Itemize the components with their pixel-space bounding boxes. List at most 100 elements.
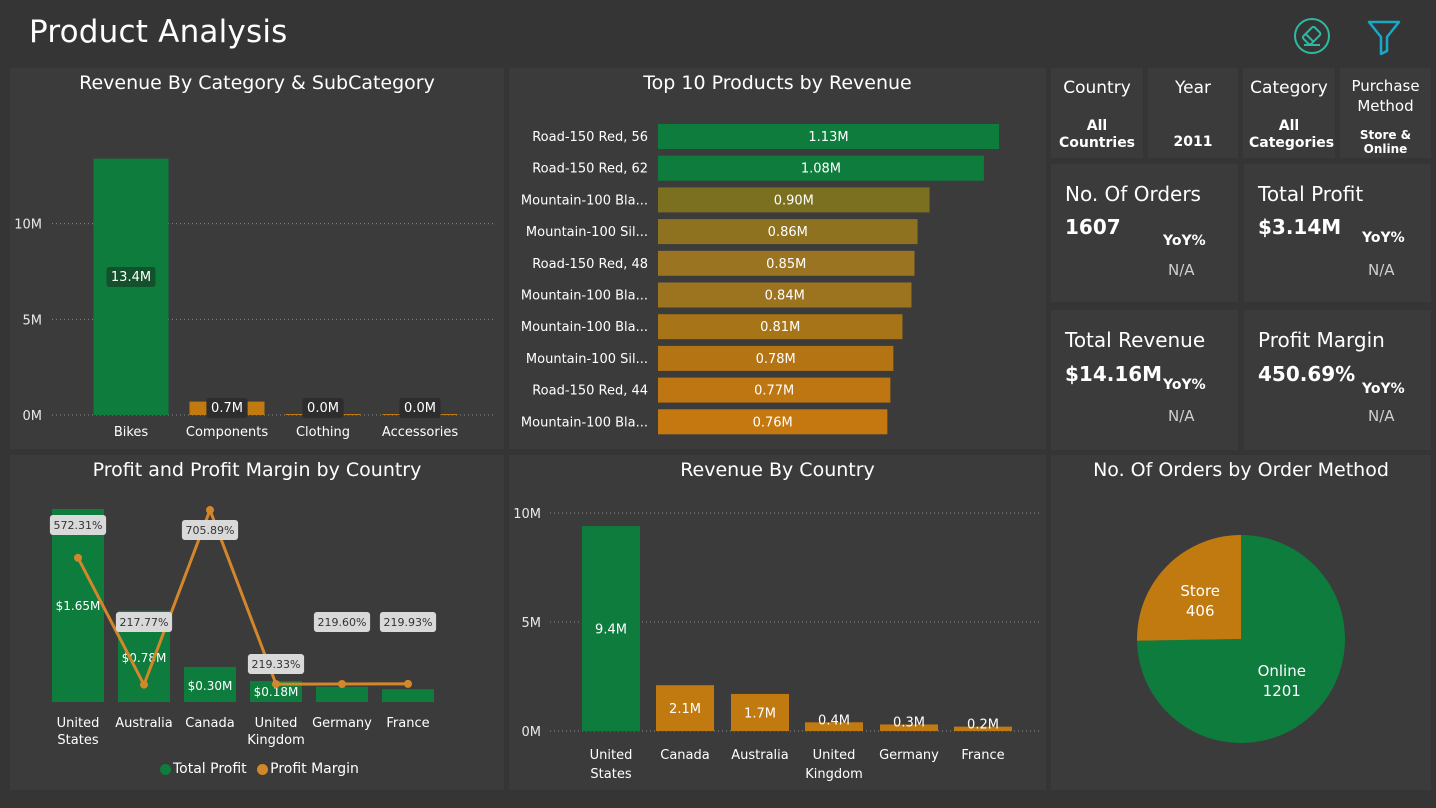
product-label: Road-150 Red, 44 [532, 384, 648, 399]
country-data-label: 9.4M [595, 623, 627, 638]
category-revenue-chart: 0M 5M 10M Bikes 13.4M Components 0.7M Clothing 0… [14, 158, 496, 440]
kpi-margin-yoy-label: YoY% [1362, 381, 1405, 397]
profit-xtick: States [57, 733, 98, 748]
top-products-chart: Road-150 Red, 56 1.13M Road-150 Red, 62 1.0… [521, 124, 999, 435]
country-xtick: Germany [879, 748, 939, 763]
country-xtick: Canada [660, 748, 709, 763]
product-data-label: 0.90M [774, 193, 814, 208]
kpi-revenue-yoy-label: YoY% [1163, 377, 1206, 393]
product-data-label: 0.85M [766, 257, 806, 272]
margin-data-label: 572.31% [54, 519, 103, 532]
filter-category-value: All Categories [1249, 118, 1335, 151]
kpi-margin-yoy-value: N/A [1368, 407, 1395, 425]
profit-chart-legend: Total Profit Profit Margin [160, 761, 359, 777]
profit-xtick: Germany [312, 716, 372, 731]
kpi-revenue-card: Total Revenue $14.16M YoY% N/A [1051, 310, 1238, 450]
filter-category[interactable]: Category All Categories [1243, 68, 1335, 158]
legend-total-profit-swatch [160, 763, 171, 775]
eraser-icon[interactable] [1292, 16, 1332, 56]
kpi-orders-yoy-value: N/A [1168, 261, 1195, 279]
filter-category-label: Category [1250, 78, 1328, 98]
margin-point [272, 680, 280, 689]
country-data-label: 0.2M [967, 718, 999, 733]
country-xtick: United [813, 748, 856, 763]
profit-margin-panel: Profit and Profit Margin by Country Unit… [10, 455, 504, 790]
kpi-profit-yoy-value: N/A [1368, 261, 1395, 279]
country-xtick: Kingdom [805, 767, 863, 782]
profit-xtick: United [57, 716, 100, 731]
product-label: Road-150 Red, 48 [532, 257, 648, 272]
kpi-profit-yoy-label: YoY% [1362, 230, 1405, 246]
product-data-label: 0.77M [754, 384, 794, 399]
country-data-label: 0.3M [893, 715, 925, 730]
kpi-profit-card: Total Profit $3.14M YoY% N/A [1244, 164, 1431, 302]
orders-method-chart: Online 1201 Store 406 [1137, 535, 1345, 743]
country-data-label: 0.4M [818, 713, 850, 728]
product-data-label: 0.84M [765, 289, 805, 304]
product-label: Road-150 Red, 62 [532, 162, 648, 177]
top-products-panel: Top 10 Products by Revenue Road-150 Red,… [509, 68, 1046, 449]
margin-data-label: 219.93% [384, 616, 433, 629]
profit-xtick: Australia [115, 716, 173, 731]
margin-data-label: 219.33% [252, 658, 301, 671]
country-revenue-panel: Revenue By Country 0M 5M 10M United States 9.… [509, 455, 1046, 790]
product-label: Mountain-100 Bla... [521, 289, 648, 304]
product-data-label: 0.86M [768, 225, 808, 240]
cat-xtick: Clothing [296, 425, 350, 440]
filter-country[interactable]: Country All Countries [1051, 68, 1143, 158]
profit-xtick: United [255, 716, 298, 731]
filter-year-label: Year [1175, 78, 1211, 98]
kpi-orders-value: 1607 [1065, 215, 1121, 239]
kpi-orders-label: No. Of Orders [1065, 182, 1201, 206]
kpi-revenue-yoy-value: N/A [1168, 407, 1195, 425]
country-revenue-chart: 0M 5M 10M United States 9.4M Canada 2.1M Austral… [513, 507, 1040, 782]
profit-data-label: $0.30M [188, 679, 233, 693]
country-xtick: States [590, 767, 631, 782]
legend-total-profit: Total Profit [173, 761, 247, 777]
filter-icon[interactable] [1364, 18, 1404, 58]
kpi-margin-value: 450.69% [1258, 362, 1356, 386]
cat-data-label: 13.4M [111, 270, 151, 285]
product-label: Mountain-100 Sil... [526, 352, 648, 367]
margin-point [404, 679, 412, 688]
cat-ytick: 5M [23, 313, 43, 328]
pie-label: Store [1180, 582, 1220, 600]
filter-purchase-method[interactable]: Purchase Method Store & Online [1340, 68, 1431, 158]
filter-year-value: 2011 [1173, 134, 1213, 150]
filter-purchase-method-value: Store & Online [1359, 128, 1412, 156]
country-xtick: United [590, 748, 633, 763]
country-data-label: 2.1M [669, 702, 701, 717]
product-data-label: 1.08M [801, 162, 841, 177]
kpi-revenue-value: $14.16M [1065, 362, 1163, 386]
kpi-revenue-label: Total Revenue [1065, 328, 1206, 352]
cat-xtick: Bikes [114, 425, 149, 440]
country-ytick: 5M [522, 616, 542, 631]
pie-value: 406 [1186, 602, 1215, 620]
margin-point [140, 680, 148, 689]
margin-point [206, 506, 214, 515]
profit-bar [382, 689, 434, 702]
page-title: Product Analysis [29, 14, 288, 50]
kpi-margin-card: Profit Margin 450.69% YoY% N/A [1244, 310, 1431, 450]
pie-label: Online [1258, 662, 1306, 680]
country-xtick: France [961, 748, 1004, 763]
cat-data-label: 0.0M [404, 401, 436, 416]
profit-margin-chart: UnitedStates$1.65MAustralia$0.78MCanada$… [49, 505, 437, 748]
filter-country-value: All Countries [1058, 118, 1136, 151]
kpi-margin-label: Profit Margin [1258, 328, 1385, 352]
product-data-label: 0.78M [756, 352, 796, 367]
product-label: Mountain-100 Bla... [521, 193, 648, 208]
legend-profit-margin-swatch [257, 763, 269, 775]
filter-purchase-method-label: Purchase Method [1351, 77, 1420, 115]
country-data-label: 1.7M [744, 706, 776, 721]
product-label: Road-150 Red, 56 [532, 130, 648, 145]
product-label: Mountain-100 Sil... [526, 225, 648, 240]
kpi-orders-card: No. Of Orders 1607 YoY% N/A [1051, 164, 1238, 302]
orders-method-panel: No. Of Orders by Order Method Online 1201… [1051, 455, 1431, 790]
profit-data-label: $1.65M [56, 599, 101, 613]
filter-year[interactable]: Year 2011 [1148, 68, 1238, 158]
margin-data-label: 705.89% [186, 524, 235, 537]
cat-xtick: Accessories [382, 425, 458, 440]
margin-point [74, 553, 82, 562]
cat-xtick: Components [186, 425, 268, 440]
